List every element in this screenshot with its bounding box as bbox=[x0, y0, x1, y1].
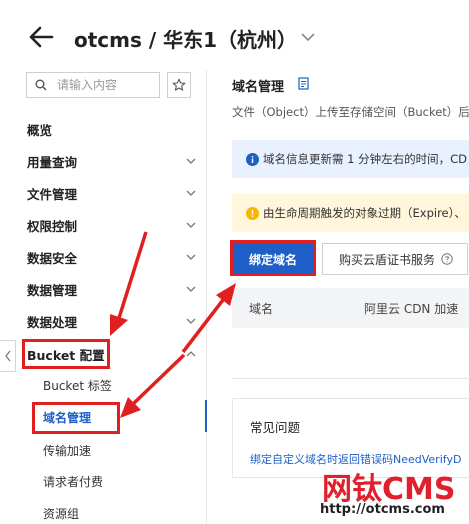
column-header-cdn: 阿里云 CDN 加速 bbox=[364, 301, 459, 316]
sidebar-subitem-bucket-tags[interactable]: Bucket 标签 bbox=[0, 372, 207, 398]
domain-table-header: 域名 阿里云 CDN 加速 bbox=[232, 288, 469, 328]
warning-alert: 由生命周期触发的对象过期（Expire）、 bbox=[232, 194, 469, 232]
buy-certificate-label: 购买云盾证书服务 bbox=[339, 252, 436, 267]
main-content: 域名管理 文件（Object）上传至存储空间（Bucket）后 域名信息更新需 … bbox=[207, 70, 469, 524]
favorite-button[interactable] bbox=[167, 72, 191, 98]
sidebar-subitem-label: 请求者付费 bbox=[43, 474, 104, 489]
watermark: 网钛CMS http://otcms.com bbox=[318, 464, 469, 524]
highlight-box-domain-management bbox=[32, 402, 120, 434]
chevron-left-icon bbox=[4, 350, 11, 362]
back-arrow-icon[interactable] bbox=[26, 22, 56, 52]
main-description: 文件（Object）上传至存储空间（Bucket）后 bbox=[232, 105, 469, 119]
chevron-down-icon bbox=[186, 318, 196, 324]
sidebar-item-label: 数据安全 bbox=[27, 250, 78, 266]
bucket-switch-chevron-icon[interactable] bbox=[300, 30, 316, 44]
sidebar: 概览 用量查询 文件管理 权限控制 数据安全 数据管理 数据处理 Bucket … bbox=[0, 70, 207, 524]
info-alert-text: 域名信息更新需 1 分钟左右的时间，CD bbox=[263, 152, 468, 166]
watermark-url: http://otcms.com bbox=[320, 502, 445, 517]
faq-title: 常见问题 bbox=[250, 420, 301, 435]
info-icon bbox=[246, 152, 259, 166]
warning-alert-text: 由生命周期触发的对象过期（Expire）、 bbox=[263, 206, 466, 220]
help-icon bbox=[441, 253, 453, 265]
sidebar-item-data-management[interactable]: 数据管理 bbox=[0, 276, 207, 302]
chevron-down-icon bbox=[186, 158, 196, 164]
chevron-down-icon bbox=[186, 254, 196, 260]
sidebar-item-overview[interactable]: 概览 bbox=[0, 116, 207, 142]
sidebar-item-label: 用量查询 bbox=[27, 154, 78, 170]
star-icon bbox=[172, 78, 186, 91]
sidebar-subitem-label: Bucket 标签 bbox=[43, 378, 112, 393]
oss-console-page: otcms / 华东1（杭州） 概览 用量查询 文件管理 bbox=[0, 0, 469, 524]
highlight-box-bucket-config bbox=[22, 339, 110, 369]
page-header: otcms / 华东1（杭州） bbox=[0, 0, 469, 70]
sidebar-item-permissions[interactable]: 权限控制 bbox=[0, 212, 207, 238]
sidebar-subitem-label: 传输加速 bbox=[43, 443, 92, 458]
sidebar-item-files[interactable]: 文件管理 bbox=[0, 180, 207, 206]
sidebar-subitem-transfer-acceleration[interactable]: 传输加速 bbox=[0, 437, 207, 463]
sidebar-item-data-security[interactable]: 数据安全 bbox=[0, 244, 207, 270]
sidebar-collapse-toggle[interactable] bbox=[0, 340, 16, 372]
sidebar-subitem-requester-pays[interactable]: 请求者付费 bbox=[0, 468, 207, 494]
sidebar-item-data-processing[interactable]: 数据处理 bbox=[0, 308, 207, 334]
page-title: otcms / 华东1（杭州） bbox=[74, 28, 298, 52]
highlight-box-bind-domain bbox=[230, 240, 316, 276]
table-divider bbox=[232, 378, 469, 379]
sidebar-item-label: 概览 bbox=[27, 122, 53, 138]
sidebar-subitem-label: 资源组 bbox=[43, 506, 80, 521]
chevron-down-icon bbox=[186, 286, 196, 292]
document-icon[interactable] bbox=[298, 77, 309, 90]
sidebar-item-label: 数据管理 bbox=[27, 282, 78, 298]
sidebar-item-usage[interactable]: 用量查询 bbox=[0, 148, 207, 174]
sidebar-search[interactable] bbox=[26, 72, 160, 98]
chevron-down-icon bbox=[186, 222, 196, 228]
search-icon bbox=[35, 79, 47, 91]
buy-certificate-button[interactable]: 购买云盾证书服务 bbox=[322, 243, 468, 275]
column-header-domain: 域名 bbox=[249, 301, 274, 316]
search-input[interactable] bbox=[57, 78, 153, 92]
chevron-down-icon bbox=[186, 190, 196, 196]
main-title: 域名管理 bbox=[232, 80, 285, 95]
sidebar-item-label: 数据处理 bbox=[27, 314, 78, 330]
info-alert: 域名信息更新需 1 分钟左右的时间，CD bbox=[232, 140, 469, 178]
warning-icon bbox=[246, 206, 259, 220]
sidebar-subitem-resource-group[interactable]: 资源组 bbox=[0, 500, 207, 524]
sidebar-item-label: 文件管理 bbox=[27, 186, 78, 202]
sidebar-item-label: 权限控制 bbox=[27, 218, 78, 234]
chevron-up-icon bbox=[186, 351, 196, 357]
